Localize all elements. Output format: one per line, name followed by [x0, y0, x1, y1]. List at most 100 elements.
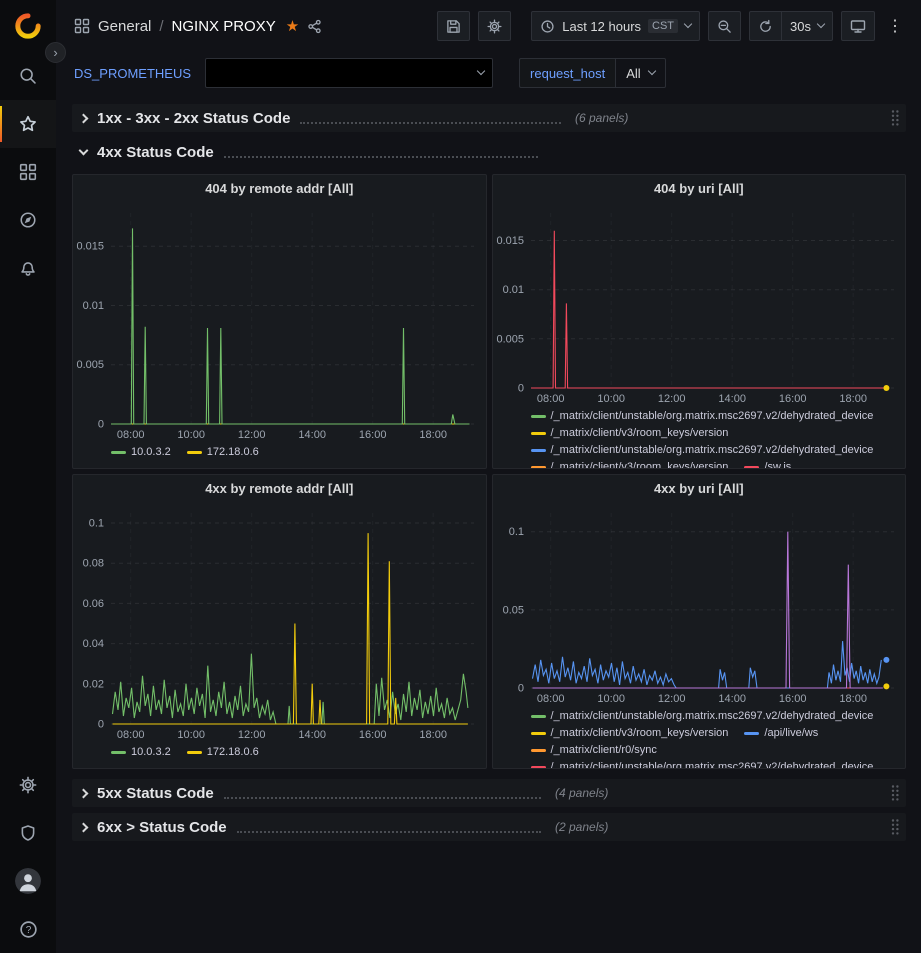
legend-item[interactable]: /_matrix/client/unstable/org.matrix.msc2…: [531, 442, 874, 459]
row-drag-handle-icon[interactable]: [888, 816, 902, 838]
panel-legend: 10.0.3.2 172.18.0.6: [73, 442, 486, 468]
request-host-select[interactable]: All: [615, 58, 665, 88]
dashboard-settings-button[interactable]: [478, 11, 511, 41]
timezone-badge: CST: [648, 19, 678, 33]
star-icon: [19, 115, 37, 133]
svg-text:16:00: 16:00: [778, 393, 806, 405]
panel-title[interactable]: 4xx by uri [All]: [493, 475, 906, 503]
dotted-leader: [224, 788, 541, 799]
legend-item[interactable]: /api/live/ws: [744, 725, 818, 742]
svg-text:08:00: 08:00: [117, 429, 145, 441]
row-panel-count: (2 panels): [555, 820, 608, 834]
legend-label: /_matrix/client/v3/room_keys/version: [551, 425, 729, 442]
legend-item[interactable]: /_matrix/client/unstable/org.matrix.msc2…: [531, 759, 874, 768]
zoom-out-button[interactable]: [708, 11, 741, 41]
datasource-select[interactable]: [205, 58, 493, 88]
series-color-swatch: [531, 432, 546, 435]
legend-item[interactable]: /_matrix/client/unstable/org.matrix.msc2…: [531, 708, 874, 725]
favorite-star-icon[interactable]: ★: [286, 17, 299, 35]
legend-item[interactable]: 172.18.0.6: [187, 744, 259, 761]
panel-title[interactable]: 4xx by remote addr [All]: [73, 475, 486, 503]
sidebar-expand-button[interactable]: ›: [45, 42, 66, 63]
datasource-variable-label[interactable]: DS_PROMETHEUS: [74, 66, 191, 81]
legend-item[interactable]: /_matrix/client/unstable/org.matrix.msc2…: [531, 408, 874, 425]
legend-item[interactable]: /_matrix/client/v3/room_keys/version: [531, 425, 729, 442]
legend-item[interactable]: /_matrix/client/r0/sync: [531, 742, 657, 759]
dotted-leader: [237, 822, 541, 833]
sidebar-item-alerting[interactable]: [0, 244, 56, 292]
explore-compass-icon: [19, 211, 37, 229]
row-title: 4xx Status Code: [97, 144, 214, 161]
monitor-icon: [850, 18, 866, 34]
chevron-down-icon: [477, 67, 485, 75]
row-title: 5xx Status Code: [97, 785, 214, 802]
help-icon: ?: [19, 920, 38, 939]
dashboard-title[interactable]: NGINX PROXY: [172, 18, 276, 35]
row-header-4xx[interactable]: 4xx Status Code: [72, 138, 906, 166]
dotted-leader: [224, 147, 538, 158]
sidebar-item-explore[interactable]: [0, 196, 56, 244]
svg-text:0.01: 0.01: [83, 300, 104, 312]
legend-item[interactable]: /_matrix/client/v3/room_keys/version: [531, 725, 729, 742]
sidebar-item-server-admin[interactable]: [0, 809, 56, 857]
row-title-wrap: 6xx > Status Code: [97, 819, 541, 836]
timeseries-chart: 08:0010:0012:0014:0016:0018:0000.0050.01…: [73, 203, 486, 442]
series-color-swatch: [187, 751, 202, 754]
kebab-menu-icon[interactable]: ⋮: [883, 16, 907, 36]
share-icon[interactable]: [307, 19, 322, 34]
save-icon: [446, 19, 461, 34]
legend-label: /_matrix/client/unstable/org.matrix.msc2…: [551, 759, 874, 768]
row-header-5xx[interactable]: 5xx Status Code (4 panels): [72, 779, 906, 807]
row-header-1xx-3xx-2xx[interactable]: 1xx - 3xx - 2xx Status Code (6 panels): [72, 104, 906, 132]
svg-text:0: 0: [517, 683, 523, 695]
series-color-swatch: [531, 715, 546, 718]
series-color-swatch: [531, 766, 546, 768]
row-drag-handle-icon[interactable]: [888, 782, 902, 804]
tv-mode-button[interactable]: [841, 11, 875, 41]
svg-text:10:00: 10:00: [597, 693, 625, 705]
legend-item[interactable]: 10.0.3.2: [111, 444, 171, 461]
row-header-6xx[interactable]: 6xx > Status Code (2 panels): [72, 813, 906, 841]
refresh-button[interactable]: [750, 12, 781, 40]
panel-title[interactable]: 404 by remote addr [All]: [73, 175, 486, 203]
refresh-interval-dropdown[interactable]: 30s: [781, 12, 832, 40]
legend-item[interactable]: /sw.js: [744, 459, 791, 468]
svg-text:10:00: 10:00: [177, 729, 205, 741]
panel-title[interactable]: 404 by uri [All]: [493, 175, 906, 203]
series-color-swatch: [111, 451, 126, 454]
series-color-swatch: [744, 466, 759, 468]
series-color-swatch: [111, 751, 126, 754]
sidebar-item-settings[interactable]: [0, 761, 56, 809]
svg-text:16:00: 16:00: [778, 693, 806, 705]
svg-text:12:00: 12:00: [657, 393, 685, 405]
gear-icon: [487, 19, 502, 34]
breadcrumb-section[interactable]: General: [98, 18, 151, 35]
sidebar-item-help[interactable]: ?: [0, 905, 56, 953]
legend-item[interactable]: 172.18.0.6: [187, 444, 259, 461]
svg-text:0: 0: [517, 383, 523, 395]
svg-text:18:00: 18:00: [839, 693, 867, 705]
svg-text:0: 0: [98, 419, 104, 431]
sidebar-item-dashboards[interactable]: [0, 148, 56, 196]
dotted-leader: [300, 113, 561, 124]
svg-text:0.005: 0.005: [496, 333, 524, 345]
row-panel-count: (6 panels): [575, 111, 628, 125]
sidebar-item-profile[interactable]: [0, 857, 56, 905]
chevron-down-icon: [684, 20, 692, 28]
zoom-out-icon: [717, 19, 732, 34]
legend-label: /_matrix/client/r0/sync: [551, 742, 657, 759]
sidebar-item-starred[interactable]: [0, 100, 56, 148]
save-dashboard-button[interactable]: [437, 11, 470, 41]
time-range-picker[interactable]: Last 12 hours CST: [531, 11, 700, 41]
chevron-down-icon: [647, 67, 655, 75]
row-title-wrap: 4xx Status Code: [97, 144, 538, 161]
panel-4xx-by-remote-addr: 4xx by remote addr [All] 08:0010:0012:00…: [72, 474, 487, 769]
legend-item[interactable]: 10.0.3.2: [111, 744, 171, 761]
row-drag-handle-icon[interactable]: [888, 107, 902, 129]
request-host-variable: request_host All: [519, 58, 666, 88]
variables-submenu: DS_PROMETHEUS request_host All: [56, 52, 921, 96]
svg-text:18:00: 18:00: [839, 393, 867, 405]
svg-text:0.01: 0.01: [502, 284, 523, 296]
panel-legend: /_matrix/client/unstable/org.matrix.msc2…: [493, 706, 906, 768]
legend-item[interactable]: /_matrix/client/v3/room_keys/version: [531, 459, 729, 468]
